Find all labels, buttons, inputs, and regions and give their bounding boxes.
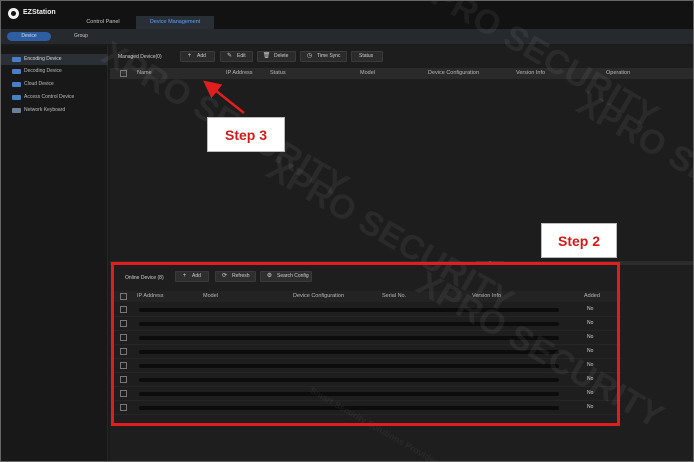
decoder-icon xyxy=(12,69,21,74)
app-window: EZStation Control Panel Device Managemen… xyxy=(0,0,694,462)
access-control-icon xyxy=(12,95,21,100)
trash-icon: 🗑 xyxy=(262,53,271,59)
device-type-sidebar: Encoding Device Decoding Device Cloud De… xyxy=(1,46,108,461)
sidebar-item-access-control-device[interactable]: Access Control Device xyxy=(1,92,108,103)
sidebar-item-cloud-device[interactable]: Cloud Device xyxy=(1,79,108,90)
encoder-icon xyxy=(12,57,21,62)
col-version-info: Version Info xyxy=(516,70,546,76)
col-model: Model xyxy=(360,70,375,76)
tab-device-management[interactable]: Device Management xyxy=(136,16,214,29)
status-button[interactable]: Status xyxy=(351,51,383,62)
plus-icon: + xyxy=(187,53,192,59)
managed-device-count: Managed Device(0) xyxy=(118,54,162,60)
tab-control-panel[interactable]: Control Panel xyxy=(63,16,143,29)
sidebar-item-label: Access Control Device xyxy=(24,94,75,100)
app-title: EZStation xyxy=(23,9,56,16)
subtab-device[interactable]: Device xyxy=(7,32,51,41)
managed-select-all-checkbox[interactable] xyxy=(120,70,127,77)
title-bar: EZStation Control Panel Device Managemen… xyxy=(1,1,693,29)
managed-delete-button[interactable]: 🗑 Delete xyxy=(257,51,296,62)
sidebar-item-label: Cloud Device xyxy=(24,81,54,87)
step2-label: Step 2 xyxy=(541,223,617,258)
col-name: Name xyxy=(137,70,152,76)
sidebar-item-encoding-device[interactable]: Encoding Device xyxy=(1,54,108,65)
sidebar-item-label: Network Keyboard xyxy=(24,107,66,113)
clock-icon: ◷ xyxy=(306,53,313,59)
pencil-icon: ✎ xyxy=(226,53,233,59)
managed-add-button[interactable]: + Add xyxy=(180,51,215,62)
sub-tab-bar: Device Group xyxy=(1,29,693,44)
managed-table-header: Name IP Address Status Model Device Conf… xyxy=(110,68,693,79)
sidebar-item-label: Encoding Device xyxy=(24,56,62,62)
sidebar-item-network-keyboard[interactable]: Network Keyboard xyxy=(1,105,108,116)
col-status: Status xyxy=(270,70,286,76)
managed-edit-button[interactable]: ✎ Edit xyxy=(220,51,253,62)
time-sync-button[interactable]: ◷ Time Sync xyxy=(300,51,347,62)
col-device-configuration: Device Configuration xyxy=(428,70,480,76)
sidebar-item-label: Decoding Device xyxy=(24,68,62,74)
cloud-device-icon xyxy=(12,82,21,87)
step3-label: Step 3 xyxy=(207,117,285,152)
subtab-group[interactable]: Group xyxy=(63,32,99,41)
step2-highlight-box xyxy=(111,262,620,426)
keyboard-icon xyxy=(12,108,21,113)
ezstation-logo-icon xyxy=(8,8,19,19)
sidebar-item-decoding-device[interactable]: Decoding Device xyxy=(1,66,108,77)
col-operation: Operation xyxy=(606,70,631,76)
col-ip-address: IP Address xyxy=(226,70,253,76)
